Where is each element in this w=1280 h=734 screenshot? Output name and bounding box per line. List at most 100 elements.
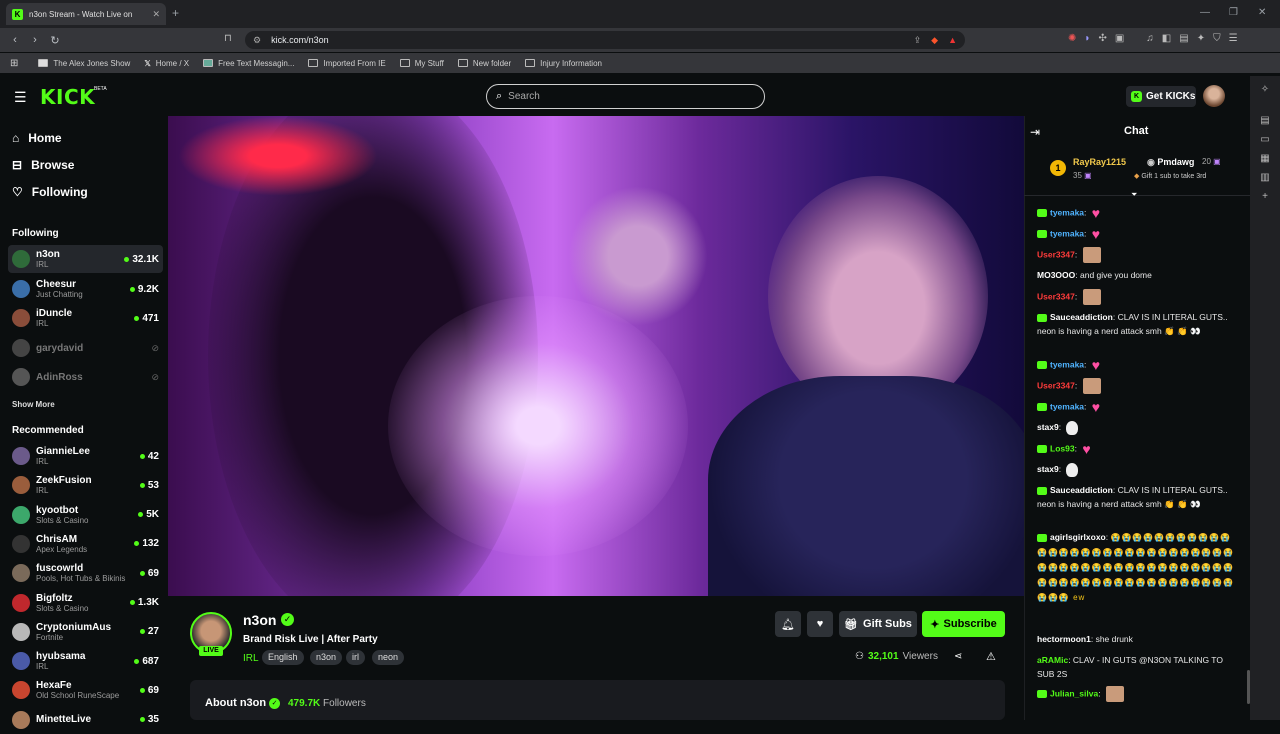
- nav-home[interactable]: ⌂ Home: [12, 131, 62, 145]
- bookmark-folder-injury[interactable]: Injury Information: [525, 59, 602, 68]
- share-page-icon[interactable]: ⇪: [914, 35, 922, 46]
- new-tab-button[interactable]: +: [172, 6, 179, 20]
- channel-item[interactable]: garydavid ⊘: [8, 334, 163, 362]
- chat-username[interactable]: tyemaka: [1050, 228, 1084, 238]
- tag-n3on[interactable]: n3on: [310, 650, 343, 665]
- channel-item[interactable]: ZeekFusion IRL 53: [8, 471, 163, 499]
- close-window-icon[interactable]: ✕: [1258, 7, 1266, 18]
- menu-icon[interactable]: ☰: [1229, 33, 1238, 44]
- top-gifter-name[interactable]: RayRay1215: [1073, 157, 1126, 167]
- chat-username[interactable]: tyemaka: [1050, 401, 1084, 411]
- video-player[interactable]: [168, 116, 1024, 596]
- book-icon[interactable]: ▥: [1260, 172, 1269, 183]
- chat-username[interactable]: tyemaka: [1050, 359, 1084, 369]
- nav-browse[interactable]: ⊟ Browse: [12, 158, 74, 172]
- nav-following[interactable]: ♡ Following: [12, 185, 88, 199]
- kick-logo[interactable]: KICK: [40, 85, 95, 109]
- channel-name[interactable]: n3on: [243, 612, 276, 628]
- wallet-icon[interactable]: ▤: [1179, 33, 1188, 44]
- bookmark-x[interactable]: 𝕏 Home / X: [144, 59, 189, 68]
- search-input[interactable]: ⌕ Search: [486, 84, 765, 109]
- chat-username[interactable]: User3347: [1037, 380, 1075, 390]
- pinned-message-toggle-icon[interactable]: ⏷: [1131, 190, 1137, 200]
- tag-irl[interactable]: irl: [346, 650, 365, 665]
- channel-item[interactable]: hyubsama IRL 687: [8, 647, 163, 675]
- wallet-icon[interactable]: ▣: [1115, 33, 1124, 44]
- add-panel-icon[interactable]: +: [1262, 191, 1268, 202]
- stream-category[interactable]: IRL: [243, 653, 259, 664]
- channel-item[interactable]: AdinRoss ⊘: [8, 363, 163, 391]
- bookmark-folder-new[interactable]: New folder: [457, 59, 511, 68]
- puzzle-icon[interactable]: ✣: [1098, 33, 1106, 44]
- sidebar-icon[interactable]: ◧: [1162, 33, 1171, 44]
- chat-username[interactable]: User3347: [1037, 291, 1075, 301]
- chat-username[interactable]: aRAMic: [1037, 655, 1068, 665]
- subscribe-button[interactable]: ✦ Subscribe: [922, 611, 1005, 637]
- get-kicks-button[interactable]: K Get KICKs: [1126, 86, 1196, 107]
- notes-icon[interactable]: ▦: [1260, 153, 1269, 164]
- share-icon[interactable]: ⋖: [954, 651, 962, 662]
- chat-username[interactable]: agirlsgirlxoxo: [1050, 532, 1106, 542]
- chat-username[interactable]: Sauceaddiction: [1050, 485, 1113, 495]
- channel-item[interactable]: GiannieLee IRL 42: [8, 442, 163, 470]
- channel-item[interactable]: HexaFe Old School RuneScape 69: [8, 676, 163, 704]
- bookmark-folder-imported[interactable]: Imported From IE: [308, 59, 386, 68]
- rewards-icon[interactable]: ▲: [948, 35, 957, 45]
- collapse-chat-icon[interactable]: ⇥: [1030, 125, 1040, 139]
- viewer-count: 69: [139, 568, 159, 579]
- folder-icon: [399, 59, 410, 67]
- tv-icon[interactable]: ▭: [1260, 134, 1269, 145]
- channel-item[interactable]: Bigfoltz Slots & Casino 1.3K: [8, 589, 163, 617]
- vpn-icon[interactable]: ⛉: [1213, 33, 1221, 44]
- channel-item[interactable]: ChrisAM Apex Legends 132: [8, 530, 163, 558]
- channel-item[interactable]: CryptoniumAus Fortnite 27: [8, 618, 163, 646]
- report-icon[interactable]: ⚠: [986, 650, 996, 663]
- music-icon[interactable]: ♫: [1146, 33, 1154, 44]
- chat-username[interactable]: hectormoon1: [1037, 634, 1091, 644]
- back-icon[interactable]: ‹: [5, 34, 25, 46]
- site-info-icon[interactable]: ⚙: [253, 35, 261, 46]
- leo-icon[interactable]: ✦: [1197, 33, 1205, 44]
- chat-username[interactable]: MO3OOO: [1037, 270, 1075, 280]
- tag-english[interactable]: English: [262, 650, 304, 665]
- bookmark-folder-my-stuff[interactable]: My Stuff: [399, 59, 444, 68]
- maximize-icon[interactable]: ❐: [1229, 7, 1238, 18]
- chat-username[interactable]: User3347: [1037, 249, 1075, 259]
- chat-username[interactable]: stax9: [1037, 464, 1059, 474]
- wallet-icon[interactable]: ▤: [1260, 115, 1269, 126]
- address-bar[interactable]: ⚙ kick.com/n3on ⇪ ◆ ▲: [245, 31, 965, 49]
- brave-shield-icon[interactable]: ◆: [931, 35, 938, 46]
- bookmark-free-text[interactable]: Free Text Messagin...: [203, 59, 294, 68]
- hamburger-menu-icon[interactable]: ☰: [14, 89, 27, 106]
- chat-scrollbar[interactable]: [1247, 670, 1250, 704]
- extension-icon[interactable]: ◗: [1084, 33, 1090, 44]
- channel-item[interactable]: iDuncle IRL 471: [8, 304, 163, 332]
- notification-bell-button[interactable]: 🔔︎: [775, 611, 801, 637]
- close-tab-icon[interactable]: ✕: [152, 9, 160, 20]
- show-more-link[interactable]: Show More: [12, 400, 55, 409]
- reload-icon[interactable]: ↻: [45, 34, 65, 47]
- chat-username[interactable]: Los93: [1050, 443, 1075, 453]
- chat-username[interactable]: Julian_silva: [1050, 688, 1098, 698]
- leo-ai-icon[interactable]: ✧: [1261, 84, 1269, 95]
- channel-item[interactable]: kyootbot Slots & Casino 5K: [8, 501, 163, 529]
- second-gifter-name[interactable]: ◉ Pmdawg: [1147, 157, 1194, 168]
- bookmark-alex-jones[interactable]: The Alex Jones Show: [38, 59, 130, 68]
- browser-tab[interactable]: K n3on Stream - Watch Live on ✕: [6, 3, 166, 25]
- follow-heart-button[interactable]: ♥: [807, 611, 833, 637]
- chat-username[interactable]: stax9: [1037, 422, 1059, 432]
- channel-item[interactable]: fuscowrld Pools, Hot Tubs & Bikinis 69: [8, 559, 163, 587]
- apps-icon[interactable]: ⊞: [10, 58, 18, 69]
- bookmark-icon[interactable]: ⊓: [224, 33, 232, 44]
- tag-neon[interactable]: neon: [372, 650, 405, 665]
- user-avatar[interactable]: [1203, 85, 1225, 107]
- live-dot-icon: [134, 541, 140, 547]
- forward-icon[interactable]: ›: [25, 34, 45, 46]
- channel-item[interactable]: Cheesur Just Chatting 9.2K: [8, 275, 163, 303]
- minimize-icon[interactable]: —: [1200, 7, 1210, 18]
- channel-item[interactable]: n3on IRL 32.1K: [8, 245, 163, 273]
- chat-username[interactable]: Sauceaddiction: [1050, 312, 1113, 322]
- chat-username[interactable]: tyemaka: [1050, 207, 1084, 217]
- gift-subs-button[interactable]: 🎁︎ Gift Subs: [839, 611, 917, 637]
- extension-icon[interactable]: ✺: [1068, 33, 1076, 44]
